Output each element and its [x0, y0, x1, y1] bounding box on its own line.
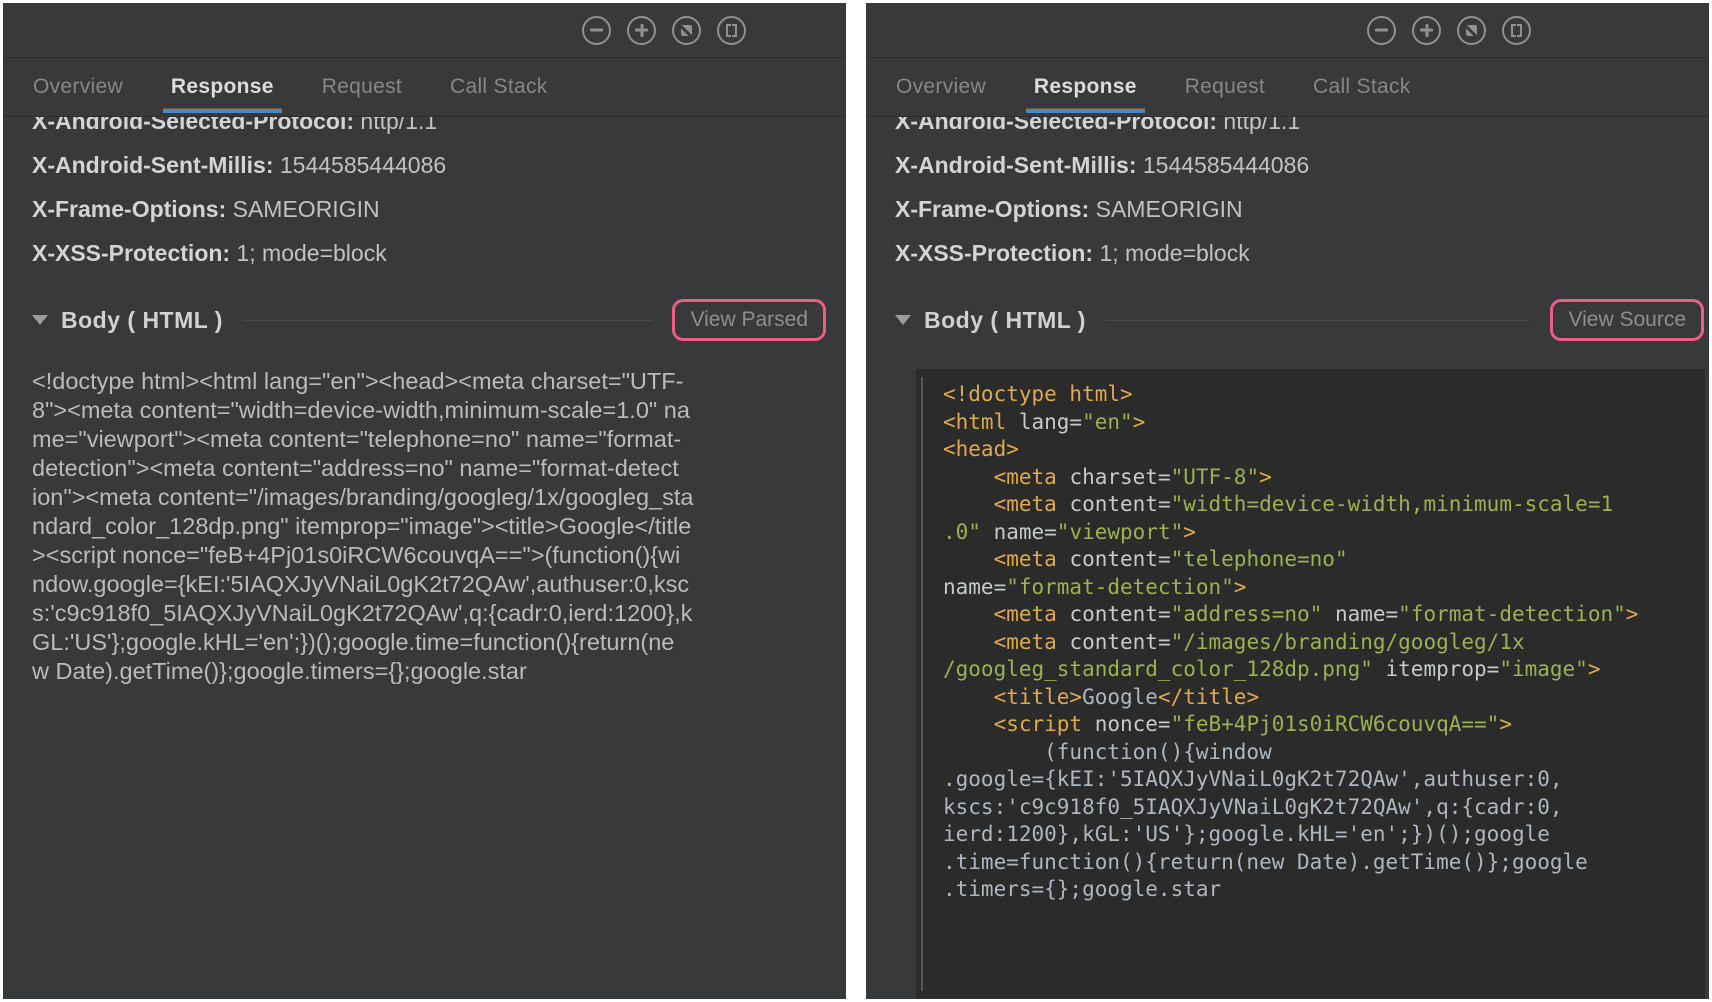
- response-header-row: X-XSS-Protection: 1; mode=block: [895, 231, 1709, 275]
- code-line: .0" name="viewport">: [943, 519, 1701, 547]
- collapse-triangle-icon[interactable]: [32, 315, 48, 325]
- header-value: 1; mode=block: [230, 240, 387, 266]
- body-section-label: Body ( HTML ): [924, 307, 1086, 334]
- response-headers: X-Android-Selected-Protocol: http/1.1X-A…: [866, 117, 1709, 275]
- code-line: <meta content="/images/branding/googleg/…: [943, 629, 1701, 657]
- parsed-body-text: <!doctype html><html lang="en"><head><me…: [3, 367, 846, 686]
- header-name: X-Android-Sent-Millis:: [895, 152, 1136, 178]
- reset-zoom-icon[interactable]: [1457, 16, 1486, 45]
- header-value: 1544585444086: [1136, 152, 1309, 178]
- response-header-row: X-Frame-Options: SAMEORIGIN: [32, 187, 846, 231]
- screenshot-root: Overview Response Request Call Stack X-Andr…: [0, 0, 1712, 1002]
- tab-overview[interactable]: Overview: [33, 58, 123, 116]
- tab-request[interactable]: Request: [322, 58, 402, 116]
- tab-call-stack[interactable]: Call Stack: [1313, 58, 1411, 116]
- header-name: X-Android-Selected-Protocol:: [895, 117, 1217, 134]
- code-line: <!doctype html>: [943, 381, 1701, 409]
- code-line: <meta content="address=no" name="format-…: [943, 601, 1701, 629]
- view-source-link[interactable]: View Source: [1568, 308, 1686, 331]
- code-line: <meta content="width=device-width,minimu…: [943, 491, 1701, 519]
- header-name: X-Frame-Options:: [32, 196, 226, 222]
- code-line: .google={kEI:'5IAQXJyVNaiL0gK2t72QAw',au…: [943, 766, 1701, 794]
- response-content: X-Android-Selected-Protocol: http/1.1X-A…: [866, 117, 1709, 999]
- header-name: X-Frame-Options:: [895, 196, 1089, 222]
- code-line: name="format-detection">: [943, 574, 1701, 602]
- code-line: <head>: [943, 436, 1701, 464]
- code-line: <html lang="en">: [943, 409, 1701, 437]
- header-value: http/1.1: [354, 117, 437, 134]
- tab-call-stack[interactable]: Call Stack: [450, 58, 548, 116]
- response-content: X-Android-Selected-Protocol: http/1.1X-A…: [3, 117, 846, 999]
- header-name: X-XSS-Protection:: [32, 240, 230, 266]
- header-name: X-Android-Selected-Protocol:: [32, 117, 354, 134]
- annotation-highlight: View Parsed: [672, 299, 826, 341]
- view-parsed-link[interactable]: View Parsed: [690, 308, 808, 331]
- response-header-row: X-Android-Selected-Protocol: http/1.1: [32, 117, 846, 143]
- zoom-toolbar: [3, 3, 846, 57]
- code-line: kscs:'c9c918f0_5IAQXJyVNaiL0gK2t72QAw',q…: [943, 794, 1701, 822]
- zoom-to-fit-icon[interactable]: [717, 16, 746, 45]
- tab-overview[interactable]: Overview: [896, 58, 986, 116]
- tab-bar: Overview Response Request Call Stack: [3, 57, 846, 117]
- divider: [1106, 320, 1531, 321]
- body-section-header: Body ( HTML ) View Parsed: [3, 297, 846, 343]
- code-line: <meta charset="UTF-8">: [943, 464, 1701, 492]
- response-header-row: X-XSS-Protection: 1; mode=block: [32, 231, 846, 275]
- header-name: X-XSS-Protection:: [895, 240, 1093, 266]
- zoom-out-icon[interactable]: [1367, 16, 1396, 45]
- zoom-toolbar: [866, 3, 1709, 57]
- source-code-editor: <!doctype html><html lang="en"><head> <m…: [916, 369, 1705, 999]
- body-section-label: Body ( HTML ): [61, 307, 223, 334]
- code-line: <script nonce="feB+4Pj01s0iRCW6couvqA=="…: [943, 711, 1701, 739]
- header-value: SAMEORIGIN: [1089, 196, 1242, 222]
- parsed-view-panel: Overview Response Request Call Stack X-Andr…: [3, 3, 846, 999]
- divider: [243, 320, 653, 321]
- reset-zoom-icon[interactable]: [672, 16, 701, 45]
- zoom-in-icon[interactable]: [1412, 16, 1441, 45]
- header-value: SAMEORIGIN: [226, 196, 379, 222]
- response-header-row: X-Android-Sent-Millis: 1544585444086: [32, 143, 846, 187]
- zoom-out-icon[interactable]: [582, 16, 611, 45]
- body-section-header: Body ( HTML ) View Source: [866, 297, 1709, 343]
- tab-response[interactable]: Response: [1034, 58, 1137, 116]
- header-value: 1; mode=block: [1093, 240, 1250, 266]
- collapse-triangle-icon[interactable]: [895, 315, 911, 325]
- zoom-controls: [582, 16, 746, 45]
- code-line: /googleg_standard_color_128dp.png" itemp…: [943, 656, 1701, 684]
- tab-response[interactable]: Response: [171, 58, 274, 116]
- response-header-row: X-Android-Sent-Millis: 1544585444086: [895, 143, 1709, 187]
- annotation-highlight: View Source: [1550, 299, 1704, 341]
- zoom-in-icon[interactable]: [627, 16, 656, 45]
- code-line: .time=function(){return(new Date).getTim…: [943, 849, 1701, 877]
- code-line: <title>Google</title>: [943, 684, 1701, 712]
- code-line: (function(){window: [943, 739, 1701, 767]
- code-line: .timers={};google.star: [943, 876, 1701, 904]
- response-header-row: X-Frame-Options: SAMEORIGIN: [895, 187, 1709, 231]
- response-headers: X-Android-Selected-Protocol: http/1.1X-A…: [3, 117, 846, 275]
- header-name: X-Android-Sent-Millis:: [32, 152, 273, 178]
- zoom-to-fit-icon[interactable]: [1502, 16, 1531, 45]
- response-header-row: X-Android-Selected-Protocol: http/1.1: [895, 117, 1709, 143]
- code-line: <meta content="telephone=no": [943, 546, 1701, 574]
- zoom-controls: [1367, 16, 1531, 45]
- source-view-panel: Overview Response Request Call Stack X-Andr…: [866, 3, 1709, 999]
- code-line: ierd:1200},kGL:'US'};google.kHL='en';})(…: [943, 821, 1701, 849]
- header-value: 1544585444086: [273, 152, 446, 178]
- source-code-lines: <!doctype html><html lang="en"><head> <m…: [943, 381, 1701, 904]
- tab-request[interactable]: Request: [1185, 58, 1265, 116]
- tab-bar: Overview Response Request Call Stack: [866, 57, 1709, 117]
- header-value: http/1.1: [1217, 117, 1300, 134]
